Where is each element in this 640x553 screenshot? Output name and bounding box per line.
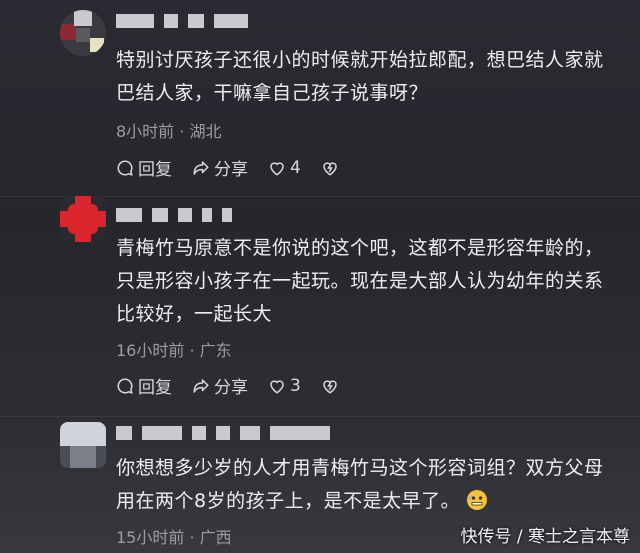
comment-actions: 回复 分享 3	[116, 373, 339, 398]
like-button[interactable]: 3	[268, 376, 301, 396]
like-button[interactable]: 4	[268, 158, 301, 178]
username-redacted[interactable]	[116, 208, 232, 222]
comment-text: 特别讨厌孩子还很小的时候就开始拉郎配，想巴结人家就 巴结人家，干嘛拿自己孩子说事…	[116, 49, 604, 104]
reply-button[interactable]: 回复	[116, 155, 172, 180]
share-button[interactable]: 分享	[192, 373, 248, 398]
reply-icon	[117, 159, 133, 176]
like-count: 4	[290, 157, 301, 178]
source-watermark: 快传号 / 寒士之言本尊	[460, 527, 630, 547]
dislike-button[interactable]	[321, 377, 339, 395]
dislike-icon	[323, 379, 337, 394]
reply-icon	[117, 377, 133, 394]
comment-text: 你想想多少岁的人才用青梅竹马这个形容词组？双方父母 用在两个8岁的孩子上，是不是…	[116, 457, 604, 512]
comment-1: 特别讨厌孩子还很小的时候就开始拉郎配，想巴结人家就 巴结人家，干嘛拿自己孩子说事…	[0, 0, 640, 195]
avatar[interactable]	[60, 10, 106, 56]
reply-button[interactable]: 回复	[116, 373, 172, 398]
dislike-button[interactable]	[321, 159, 339, 177]
comment-2: 青梅竹马原意不是你说的这个吧，这都不是形容年龄的， 只是形容小孩子在一起玩。现在…	[0, 196, 640, 416]
like-count: 3	[290, 375, 301, 396]
share-button[interactable]: 分享	[192, 155, 248, 180]
username-redacted[interactable]	[116, 14, 248, 28]
comment-meta: 8小时前 · 湖北	[116, 122, 222, 141]
comment-meta: 16小时前 · 广东	[116, 341, 232, 360]
username-redacted[interactable]	[116, 426, 330, 440]
share-icon	[193, 378, 209, 393]
avatar[interactable]	[60, 422, 106, 468]
comment-actions: 回复 分享 4	[116, 155, 339, 180]
heart-icon	[270, 379, 284, 394]
comment-meta: 15小时前 · 广西	[116, 528, 232, 547]
heart-icon	[270, 161, 284, 176]
emoji-icon	[466, 490, 487, 510]
avatar[interactable]	[60, 196, 106, 242]
dislike-icon	[323, 161, 337, 176]
comment-text: 青梅竹马原意不是你说的这个吧，这都不是形容年龄的， 只是形容小孩子在一起玩。现在…	[116, 237, 604, 325]
share-icon	[193, 160, 209, 175]
